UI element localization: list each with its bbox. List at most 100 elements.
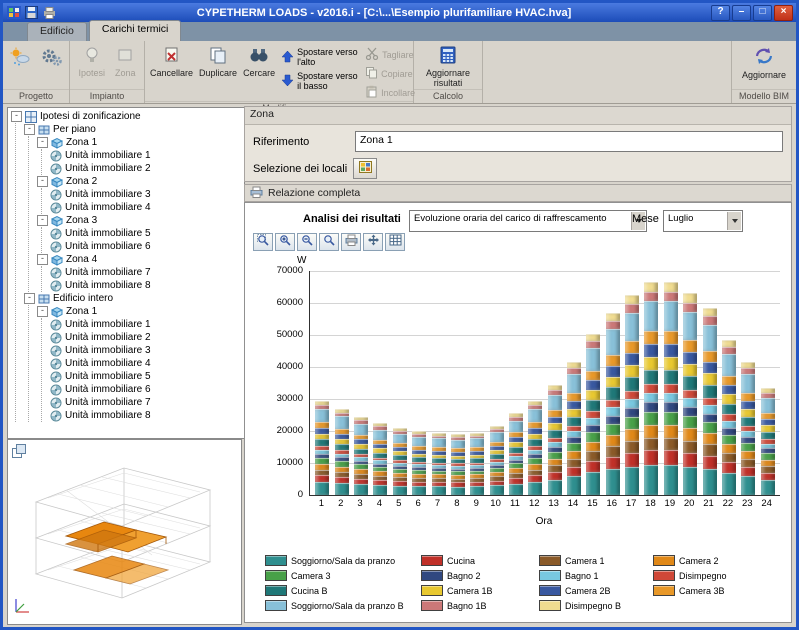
selezione-locali-button[interactable]: [353, 158, 378, 179]
bar-segment: [605, 365, 620, 377]
tree-zone-item[interactable]: - Zona 3: [37, 214, 244, 227]
bar-segment: [741, 476, 756, 495]
print-icon[interactable]: [42, 6, 57, 20]
spostare-alto-button[interactable]: Spostare verso l'alto: [279, 46, 361, 68]
bar-segment: [547, 394, 562, 411]
tree-unit-item[interactable]: Unità immobiliare 4: [50, 357, 244, 370]
tree-expander[interactable]: -: [37, 254, 48, 265]
unit-icon: [50, 280, 62, 292]
bar-segment: [663, 437, 678, 451]
ipotesi-button[interactable]: Ipotesi: [76, 44, 107, 79]
tree-expander[interactable]: -: [37, 137, 48, 148]
maximize-button[interactable]: □: [753, 4, 772, 21]
pan-button[interactable]: [363, 233, 383, 251]
tree-zone-item[interactable]: - Zona 2: [37, 175, 244, 188]
unit-icon: [50, 228, 62, 240]
tree-unit-item[interactable]: Unità immobiliare 6: [50, 383, 244, 396]
tree-branch-item[interactable]: - Edificio intero: [24, 292, 244, 305]
bar-segment: [605, 329, 620, 355]
tab-carichi-termici[interactable]: Carichi termici: [88, 20, 182, 41]
tree-branch-item[interactable]: - Per piano: [24, 123, 244, 136]
project-climate-button[interactable]: [7, 44, 33, 75]
export-button[interactable]: [385, 233, 405, 251]
tree-zone-item[interactable]: - Zona 1: [37, 305, 244, 318]
zoom-in-button[interactable]: [275, 233, 295, 251]
tree-expander[interactable]: -: [24, 124, 35, 135]
zone-tree: - Ipotesi di zonificazione - Per piano - Zona…: [7, 107, 245, 439]
tree-unit-item[interactable]: Unità immobiliare 1: [50, 318, 244, 331]
copiare-button[interactable]: Copiare: [363, 65, 415, 82]
tree-unit-item[interactable]: Unità immobiliare 6: [50, 240, 244, 253]
bar-segment: [373, 484, 388, 495]
unit-icon: [50, 241, 62, 253]
bar-segment: [644, 384, 659, 393]
bar-hour-16: [605, 312, 620, 495]
tree-expander[interactable]: -: [11, 111, 22, 122]
tree-unit-item[interactable]: Unità immobiliare 8: [50, 409, 244, 422]
bar-segment: [663, 424, 678, 438]
bar-segment: [702, 468, 717, 495]
bar-hour-20: [683, 293, 698, 495]
tree-zone-item[interactable]: - Zona 1: [37, 136, 244, 149]
tree-item-label: Unità immobiliare 8: [65, 410, 151, 421]
help-button[interactable]: ?: [711, 4, 730, 21]
duplicate-icon: [208, 45, 228, 67]
tree-expander[interactable]: -: [37, 176, 48, 187]
building-3d-view[interactable]: [7, 439, 242, 625]
zona-button[interactable]: Zona: [113, 44, 138, 79]
cercare-button[interactable]: Cercare: [241, 44, 277, 79]
gears-icon: [41, 49, 63, 71]
spostare-basso-button[interactable]: Spostare verso il basso: [279, 70, 361, 92]
close-button[interactable]: ×: [774, 4, 793, 21]
incollare-button[interactable]: Incollare: [363, 84, 415, 101]
relazione-completa-bar[interactable]: Relazione completa: [244, 184, 792, 202]
zoom-out-button[interactable]: [297, 233, 317, 251]
tree-unit-item[interactable]: Unità immobiliare 2: [50, 331, 244, 344]
tree-unit-item[interactable]: Unità immobiliare 8: [50, 279, 244, 292]
project-settings-button[interactable]: [39, 44, 65, 75]
bar-segment: [547, 429, 562, 438]
tree-expander[interactable]: -: [37, 215, 48, 226]
analisi-risultati-select[interactable]: Evoluzione oraria del carico di raffresc…: [409, 210, 647, 232]
bar-hour-15: [586, 333, 601, 495]
tagliare-button[interactable]: Tagliare: [363, 46, 415, 63]
bar-hour-23: [741, 362, 756, 495]
duplicare-button[interactable]: Duplicare: [197, 44, 239, 79]
y-tick-label: 50000: [276, 329, 303, 340]
tree-root-item[interactable]: - Ipotesi di zonificazione: [11, 110, 244, 123]
x-tick-label: 5: [396, 498, 402, 509]
tree-unit-item[interactable]: Unità immobiliare 3: [50, 344, 244, 357]
tree-unit-item[interactable]: Unità immobiliare 4: [50, 201, 244, 214]
tree-unit-item[interactable]: Unità immobiliare 7: [50, 396, 244, 409]
riferimento-input[interactable]: Zona 1: [355, 131, 783, 152]
cancellare-button[interactable]: Cancellare: [148, 44, 195, 79]
mese-select[interactable]: Luglio: [663, 210, 743, 232]
tree-unit-item[interactable]: Unità immobiliare 5: [50, 227, 244, 240]
x-tick-label: 23: [741, 498, 753, 509]
tree-item-label: Unità immobiliare 3: [65, 189, 151, 200]
bar-segment: [760, 472, 775, 480]
tree-expander[interactable]: -: [37, 306, 48, 317]
bar-segment: [702, 405, 717, 414]
tree-unit-item[interactable]: Unità immobiliare 5: [50, 370, 244, 383]
save-icon[interactable]: [24, 6, 39, 20]
tree-zone-item[interactable]: - Zona 4: [37, 253, 244, 266]
tree-expander[interactable]: -: [24, 293, 35, 304]
tree-unit-item[interactable]: Unità immobiliare 1: [50, 149, 244, 162]
aggiornare-bim-button[interactable]: Aggiornare: [740, 44, 788, 81]
zoom-original-button[interactable]: [319, 233, 339, 251]
print-chart-button[interactable]: [341, 233, 361, 251]
tree-unit-item[interactable]: Unità immobiliare 7: [50, 266, 244, 279]
unit-icon: [50, 358, 62, 370]
aggiornare-risultati-button[interactable]: Aggiornare risultati: [418, 44, 478, 89]
tree-unit-item[interactable]: Unità immobiliare 3: [50, 188, 244, 201]
zoom-window-button[interactable]: [253, 233, 273, 251]
tab-edificio[interactable]: Edificio: [27, 22, 87, 41]
spostare-basso-label: Spostare verso il basso: [297, 71, 358, 91]
selezione-locali-label: Selezione dei locali: [253, 162, 348, 175]
tree-unit-item[interactable]: Unità immobiliare 2: [50, 162, 244, 175]
minimize-button[interactable]: –: [732, 4, 751, 21]
app-icon[interactable]: [6, 6, 21, 20]
tree-item-label: Unità immobiliare 6: [65, 241, 151, 252]
bar-segment: [644, 412, 659, 425]
